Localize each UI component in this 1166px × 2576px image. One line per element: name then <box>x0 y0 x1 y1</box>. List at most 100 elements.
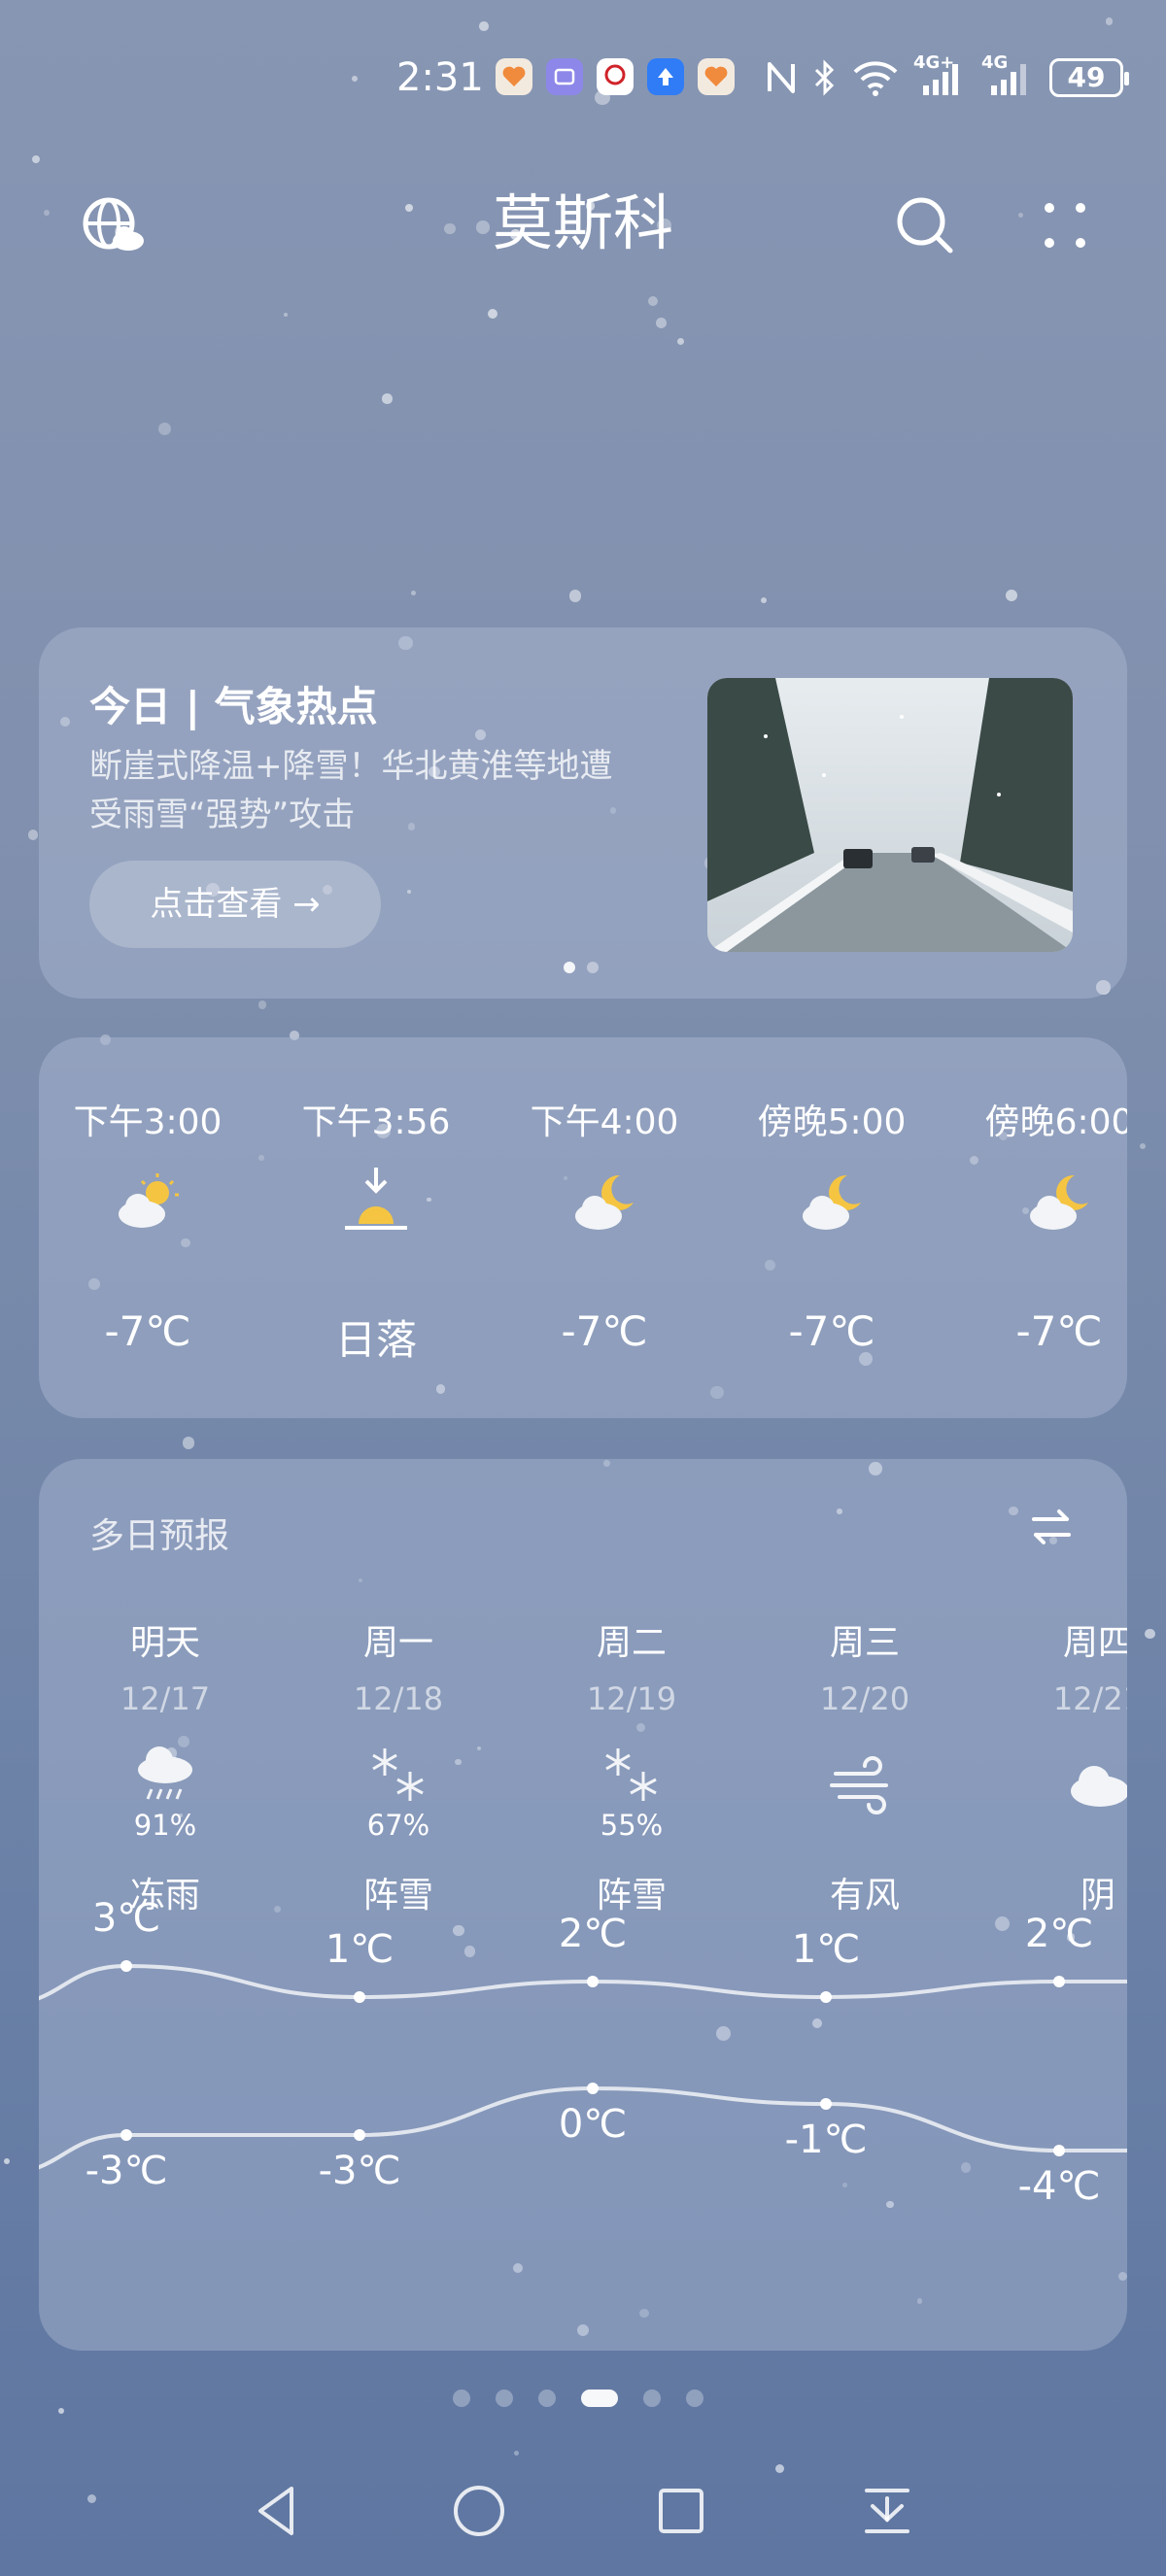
notification-icons <box>496 58 735 95</box>
snowflake <box>27 830 39 841</box>
snowflake <box>760 596 767 603</box>
pager-dot-5 <box>643 2390 661 2407</box>
pager-dot-4 <box>581 2390 618 2407</box>
search-icon <box>897 197 953 254</box>
snowflake <box>487 308 497 319</box>
hour-time: 傍晚6:00 <box>984 1102 1127 1142</box>
sunset-icon <box>337 1164 415 1241</box>
daily-forecast-card[interactable]: 多日预报 明天 12/17 91% 冻雨 周一 12/18 67% 阵雪 周二 … <box>39 1459 1127 2351</box>
hotspot-title: 今日 | 气象热点 <box>89 683 378 730</box>
search-button[interactable] <box>886 186 964 264</box>
low-temperature-line-point <box>587 2083 599 2094</box>
more-dots-icon <box>1045 203 1085 248</box>
carousel-dot-1 <box>564 962 575 973</box>
high-temperature-label: 3℃ <box>91 1896 161 1941</box>
high-temperature-line-point <box>587 1976 599 1987</box>
status-bar: 2:31 4G+ 4G 49 <box>0 51 1166 105</box>
app-heart-icon <box>496 58 532 95</box>
low-temperature-label: -3℃ <box>85 2149 168 2193</box>
hour-item: 下午4:00 -7℃ <box>497 1037 711 1418</box>
high-temperature-line-point <box>1053 1976 1065 1987</box>
weather-hotspot-card[interactable]: 今日 | 气象热点 断崖式降温+降雪！华北黄淮等地遭受雨雪“强势”攻击 点击查看… <box>39 627 1127 999</box>
snowy-road-image <box>707 678 1073 952</box>
pager-dot-1 <box>453 2390 470 2407</box>
high-temperature-line-point <box>820 1991 832 2003</box>
app-header: 莫斯科 <box>0 175 1166 272</box>
city-name: 莫斯科 <box>492 187 673 258</box>
signal-1: 4G+ <box>913 52 968 99</box>
more-menu-button[interactable] <box>1026 186 1104 264</box>
low-temperature-line-point <box>120 2129 132 2141</box>
back-button[interactable] <box>243 2477 311 2545</box>
notification-pull-button[interactable] <box>853 2477 921 2545</box>
snowflake <box>479 21 490 32</box>
snowflake <box>676 338 684 346</box>
hour-time: 下午3:00 <box>73 1102 223 1142</box>
sun-cloud-icon <box>109 1164 187 1241</box>
hour-item: 傍晚5:00 -7℃ <box>725 1037 939 1418</box>
hourly-forecast-card[interactable]: 下午3:00 -7℃ 下午3:56 日落 下午4:00 -7℃ 傍晚5:00 -… <box>39 1037 1127 1418</box>
hotspot-description: 断崖式降温+降雪！华北黄淮等地遭受雨雪“强势”攻击 <box>89 747 613 834</box>
hour-temperature: -7℃ <box>1015 1307 1103 1355</box>
low-temperature-label: -4℃ <box>1017 2164 1101 2209</box>
status-time: 2:31 <box>396 55 484 100</box>
hotspot-carousel-dots <box>564 962 599 973</box>
hour-temperature: -7℃ <box>788 1307 875 1355</box>
moon-cloud-icon <box>1020 1164 1098 1241</box>
snowflake <box>1145 1628 1155 1640</box>
carousel-dot-2 <box>587 962 599 973</box>
high-temperature-line-point <box>354 1991 365 2003</box>
snowflake <box>1005 589 1017 601</box>
app-tv-icon <box>546 58 583 95</box>
low-temperature-label: 0℃ <box>558 2102 628 2147</box>
hour-item: 傍晚6:00 -7℃ <box>952 1037 1127 1418</box>
hour-item: 下午3:56 日落 <box>269 1037 483 1418</box>
network-type-1: 4G+ <box>913 52 955 73</box>
recents-button[interactable] <box>647 2477 715 2545</box>
snowflake <box>382 393 393 405</box>
moon-cloud-icon <box>566 1164 643 1241</box>
pager-dot-6 <box>686 2390 703 2407</box>
snowflake <box>568 589 582 602</box>
nfc-icon <box>768 62 795 93</box>
snowflake <box>3 2157 10 2164</box>
snowflake <box>182 1437 195 1449</box>
low-temperature-line-point <box>820 2098 832 2110</box>
high-temperature-label: 2℃ <box>1024 1912 1094 1956</box>
hour-temperature: -7℃ <box>104 1307 191 1355</box>
hour-time: 傍晚5:00 <box>757 1102 907 1142</box>
low-temperature-label: -1℃ <box>784 2118 868 2162</box>
snowflake <box>655 318 667 328</box>
app-heart-icon-2 <box>698 58 735 95</box>
city-pager <box>453 2390 703 2407</box>
hour-item: 下午3:00 -7℃ <box>41 1037 255 1418</box>
bluetooth-icon <box>814 59 835 96</box>
hour-time: 下午3:56 <box>301 1102 451 1142</box>
view-details-button[interactable]: 点击查看 → <box>89 861 381 948</box>
high-temperature-label: 1℃ <box>791 1927 861 1972</box>
high-temperature-label: 2℃ <box>558 1912 628 1956</box>
signal-2: 4G <box>981 52 1036 99</box>
wifi-icon <box>853 61 898 96</box>
snowflake <box>257 1000 267 1009</box>
sunset-label: 日落 <box>334 1316 417 1364</box>
app-upload-icon <box>647 58 684 95</box>
system-navigation-bar <box>0 2467 1166 2555</box>
low-temperature-label: -3℃ <box>318 2149 401 2193</box>
home-button[interactable] <box>445 2477 513 2545</box>
high-temperature-line <box>39 1963 1127 2001</box>
low-temperature-line-point <box>354 2129 365 2141</box>
snowflake <box>57 2408 64 2415</box>
snowflake <box>157 422 172 435</box>
network-type-2: 4G <box>981 52 1009 73</box>
high-temperature-label: 1℃ <box>325 1927 394 1972</box>
snowflake <box>1106 17 1114 25</box>
high-temperature-line-point <box>120 1960 132 1972</box>
battery-indicator: 49 <box>1049 58 1129 97</box>
moon-cloud-icon <box>793 1164 871 1241</box>
snowflake <box>31 154 40 163</box>
low-temperature-line-point <box>1053 2145 1065 2156</box>
snowflake <box>648 295 659 306</box>
hour-temperature: -7℃ <box>561 1307 648 1355</box>
back-triangle-icon <box>258 2487 293 2535</box>
